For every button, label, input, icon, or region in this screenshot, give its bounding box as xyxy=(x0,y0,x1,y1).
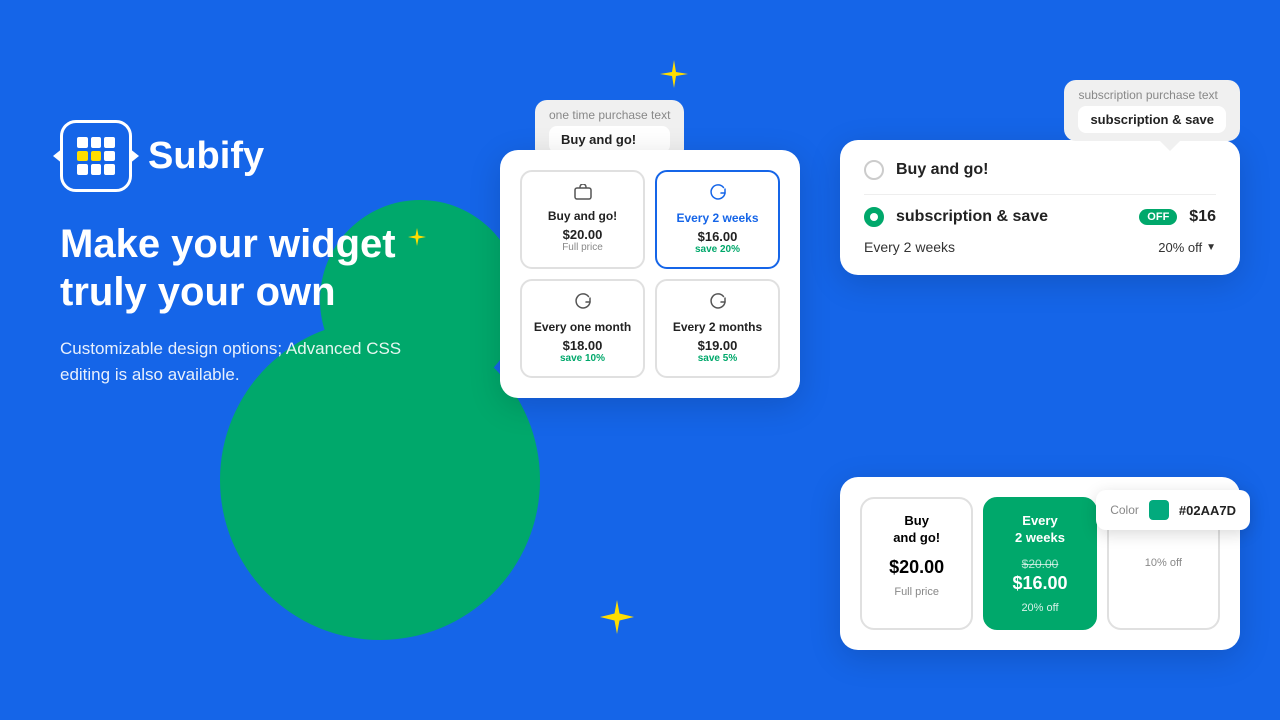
card-price-2: $16.00 xyxy=(993,573,1086,594)
freq-discount: 20% off ▼ xyxy=(1158,240,1216,255)
logo-box xyxy=(60,120,132,192)
radio-label-sub: subscription & save xyxy=(896,208,1131,226)
option-sub-4: save 5% xyxy=(667,353,768,364)
widget-card3: Buyand go! $20.00 Full price Every2 week… xyxy=(840,477,1240,650)
freq-row[interactable]: Every 2 weeks 20% off ▼ xyxy=(864,239,1216,255)
refresh-icon-3 xyxy=(667,293,768,316)
logo-area: Subify xyxy=(60,120,440,192)
card-old-price-2: $20.00 xyxy=(993,557,1086,571)
logo-dot-4 xyxy=(77,151,88,162)
option-label-4: Every 2 months xyxy=(667,320,768,334)
card-price-1: $20.00 xyxy=(870,557,963,578)
color-popup: Color #02AA7D xyxy=(1096,490,1250,530)
option-sub-1: Full price xyxy=(532,242,633,253)
logo-dot-8 xyxy=(91,164,102,175)
option-every-2-weeks[interactable]: Every 2 weeks $16.00 save 20% xyxy=(655,170,780,269)
widget-card1: Buy and go! $20.00 Full price Every 2 we… xyxy=(500,150,800,398)
option-sub-3: save 10% xyxy=(532,353,633,364)
radio-row-sub[interactable]: subscription & save OFF $16 xyxy=(864,207,1216,227)
freq-label: Every 2 weeks xyxy=(864,239,955,255)
sparkle-mid-left xyxy=(408,228,426,251)
logo-arrow-left xyxy=(53,148,63,164)
freq-discount-text: 20% off xyxy=(1158,240,1202,255)
purchase-bubble-button: Buy and go! xyxy=(549,126,670,153)
option-grid: Buy and go! $20.00 Full price Every 2 we… xyxy=(520,170,780,378)
option-price-2: $16.00 xyxy=(667,229,768,244)
refresh-icon-2 xyxy=(532,293,633,316)
option-label-1: Buy and go! xyxy=(532,209,633,223)
buy-icon xyxy=(532,184,633,205)
radio-circle-sub xyxy=(864,207,884,227)
option-price-3: $18.00 xyxy=(532,338,633,353)
left-section: Subify Make your widget truly your own C… xyxy=(60,120,440,387)
logo-dot-6 xyxy=(104,151,115,162)
radio-circle-buy xyxy=(864,160,884,180)
option-price-1: $20.00 xyxy=(532,227,633,242)
refresh-icon-1 xyxy=(667,184,768,207)
subscription-bubble: subscription purchase text subscription … xyxy=(1064,80,1240,141)
sparkle-bottom xyxy=(600,600,634,639)
sparkle-top xyxy=(660,60,688,93)
color-swatch[interactable] xyxy=(1149,500,1169,520)
radio-label-buy: Buy and go! xyxy=(896,161,1216,179)
logo-dot-1 xyxy=(77,137,88,148)
sub-text: Customizable design options; Advanced CS… xyxy=(60,336,440,387)
option-sub-2: save 20% xyxy=(667,244,768,255)
logo-dot-7 xyxy=(77,164,88,175)
main-heading: Make your widget truly your own xyxy=(60,220,440,316)
logo-dot-5 xyxy=(91,151,102,162)
card-label-1: Buyand go! xyxy=(870,513,963,547)
option-every-2-months[interactable]: Every 2 months $19.00 save 5% xyxy=(655,279,780,378)
card-sub-3: 10% off xyxy=(1117,557,1210,569)
card-sub-1: Full price xyxy=(870,586,963,598)
brand-name: Subify xyxy=(148,135,264,178)
option-label-3: Every one month xyxy=(532,320,633,334)
color-popup-label: Color xyxy=(1110,503,1139,517)
option-buy-and-go[interactable]: Buy and go! $20.00 Full price xyxy=(520,170,645,269)
color-hex: #02AA7D xyxy=(1179,503,1236,518)
logo-dot-3 xyxy=(104,137,115,148)
widget-card2: Buy and go! subscription & save OFF $16 … xyxy=(840,140,1240,275)
purchase-bubble-label: one time purchase text xyxy=(549,108,670,122)
subscription-bubble-button: subscription & save xyxy=(1078,106,1226,133)
dropdown-arrow-icon: ▼ xyxy=(1206,242,1216,253)
logo-grid xyxy=(77,137,115,175)
card-sub-2: 20% off xyxy=(993,602,1086,614)
card-every-2-weeks[interactable]: Every2 weeks $20.00 $16.00 20% off xyxy=(983,497,1096,630)
option-label-2: Every 2 weeks xyxy=(667,211,768,225)
subscription-bubble-label: subscription purchase text xyxy=(1078,88,1217,102)
card-buy-go[interactable]: Buyand go! $20.00 Full price xyxy=(860,497,973,630)
logo-dot-9 xyxy=(104,164,115,175)
option-every-one-month[interactable]: Every one month $18.00 save 10% xyxy=(520,279,645,378)
panels-area: one time purchase text Buy and go! subsc… xyxy=(480,40,1240,680)
divider xyxy=(864,194,1216,195)
card-label-2: Every2 weeks xyxy=(993,513,1086,547)
radio-row-buy[interactable]: Buy and go! xyxy=(864,160,1216,180)
option-price-4: $19.00 xyxy=(667,338,768,353)
off-badge: OFF xyxy=(1139,209,1177,225)
radio-price: $16 xyxy=(1189,208,1216,226)
logo-dot-2 xyxy=(91,137,102,148)
logo-arrow-right xyxy=(129,148,139,164)
